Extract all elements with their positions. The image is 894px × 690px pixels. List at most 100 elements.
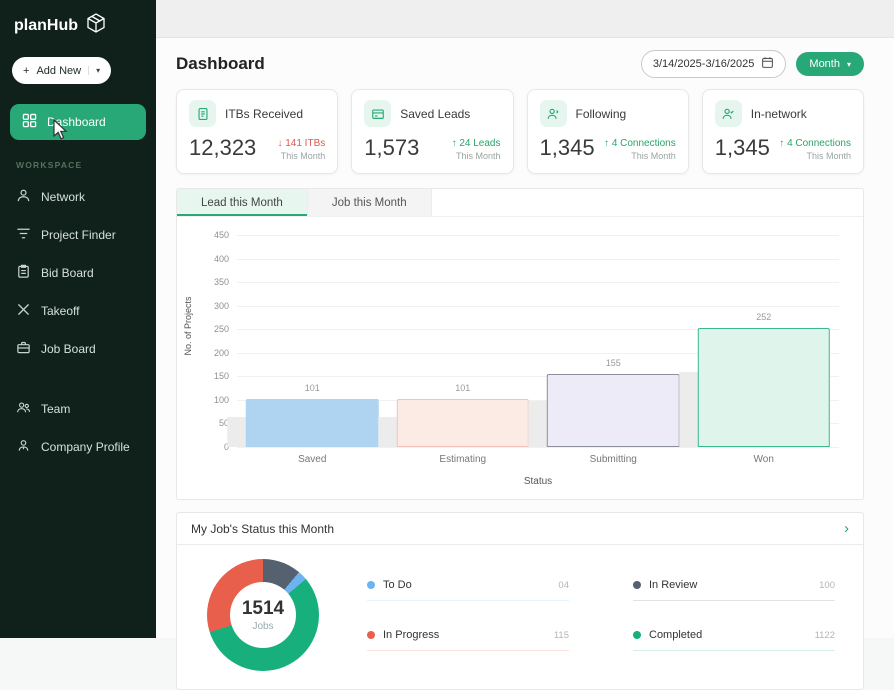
planhub-logo-text: planHub	[14, 16, 78, 34]
bar-chart: No. of Projects 0 50 100 150 200 250 300 350 400…	[177, 217, 863, 499]
chevron-down-icon: ▾	[846, 59, 851, 69]
stat-sub-label: This Month	[455, 151, 501, 161]
stat-cards-row: ITBs Received 12,323 ↓ 141 ITBs This Mon…	[156, 89, 894, 174]
x-category-label: Saved	[298, 454, 327, 465]
stat-delta: ↓ 141 ITBs	[277, 138, 326, 149]
add-new-label: Add New	[36, 64, 82, 77]
y-axis-title: No. of Projects	[183, 296, 193, 356]
main-content: Dashboard 3/14/2025-3/16/2025 Month ▾ IT…	[156, 0, 894, 690]
sidebar-item-label: Company Profile	[41, 440, 130, 454]
sidebar-nav: Dashboard WORKSPACE Network Project Find…	[0, 104, 156, 466]
sidebar-item-dashboard[interactable]: Dashboard	[10, 104, 146, 140]
in-review-dot-icon	[633, 581, 641, 589]
stat-label: In-network	[750, 106, 807, 121]
tab-lead-this-month[interactable]: Lead this Month	[177, 189, 308, 216]
y-tick-label: 300	[213, 300, 229, 311]
top-strip	[156, 0, 894, 38]
lead-chart-section: Lead this Month Job this Month No. of Pr…	[176, 188, 864, 500]
y-tick-label: 50	[218, 418, 229, 429]
stat-value: 1,573	[364, 135, 420, 160]
sidebar: planHub + Add New ▾ Dashboard WORKSPACE …	[0, 0, 156, 638]
arrow-up-icon: ↑	[604, 138, 610, 149]
stat-label: ITBs Received	[225, 106, 304, 121]
app-logo: planHub	[0, 0, 156, 49]
filter-icon	[16, 226, 31, 244]
y-tick-label: 350	[213, 277, 229, 288]
sidebar-item-bid-board[interactable]: Bid Board	[0, 254, 156, 292]
person-icon	[16, 188, 31, 206]
bar-saved	[246, 399, 379, 447]
stat-card-itbs-received: ITBs Received 12,323 ↓ 141 ITBs This Mon…	[176, 89, 339, 174]
workspace-section-label: WORKSPACE	[16, 160, 83, 170]
sidebar-item-label: Project Finder	[41, 228, 116, 242]
todo-dot-icon	[367, 581, 375, 589]
tab-job-this-month[interactable]: Job this Month	[307, 189, 432, 216]
x-category-label: Submitting	[589, 454, 637, 465]
sidebar-item-company-profile[interactable]: Company Profile	[0, 428, 156, 466]
sidebar-item-project-finder[interactable]: Project Finder	[0, 216, 156, 254]
stat-sub-label: This Month	[280, 151, 326, 161]
jobs-card-header: My Job's Status this Month ›	[177, 513, 863, 545]
takeoff-cross-icon	[16, 302, 31, 320]
page-header: Dashboard 3/14/2025-3/16/2025 Month ▾	[156, 38, 894, 89]
in-network-person-icon	[714, 100, 742, 127]
stat-value: 1,345	[539, 135, 595, 160]
stat-delta: ↑ 4 Connections	[604, 138, 676, 149]
clipboard-icon	[16, 264, 31, 282]
stat-sub-label: This Month	[631, 151, 676, 161]
jobs-status-card: My Job's Status this Month › 1514 Jobs T…	[176, 512, 864, 690]
x-category-label: Estimating	[439, 454, 487, 465]
dashboard-icon	[22, 113, 37, 131]
team-icon	[16, 400, 31, 418]
jobs-card-body: 1514 Jobs To Do 04 In Review 100 In Prog…	[177, 545, 863, 689]
sidebar-item-label: Job Board	[41, 342, 96, 356]
add-new-button[interactable]: + Add New ▾	[12, 57, 112, 84]
y-tick-label: 150	[213, 371, 229, 382]
period-label: Month	[809, 58, 840, 70]
stat-value: 1,345	[714, 135, 770, 160]
y-tick-label: 450	[213, 230, 229, 240]
stat-label: Saved Leads	[400, 106, 471, 121]
bar-plot: 0 50 100 150 200 250 300 350 400 450 101 101 155 252	[214, 230, 839, 452]
bar-value-label: 252	[756, 312, 772, 323]
stat-delta: ↑ 24 Leads	[451, 138, 501, 149]
stat-sub-label: This Month	[806, 151, 851, 161]
bar-won	[697, 328, 830, 447]
bar-value-label: 101	[455, 383, 471, 394]
nav-divider-gap	[0, 368, 156, 390]
stat-card-following: Following 1,345 ↑ 4 Connections This Mon…	[526, 89, 689, 174]
app-root: planHub + Add New ▾ Dashboard WORKSPACE …	[0, 0, 894, 690]
sidebar-item-label: Team	[41, 402, 71, 416]
sidebar-item-team[interactable]: Team	[0, 390, 156, 428]
donut-center: 1514 Jobs	[230, 582, 296, 648]
date-range-picker[interactable]: 3/14/2025-3/16/2025	[640, 50, 787, 78]
arrow-up-icon: ↑	[451, 138, 457, 149]
legend-item-in-progress: In Progress 115	[367, 629, 569, 651]
page-title: Dashboard	[176, 54, 265, 73]
sidebar-item-label: Network	[41, 190, 86, 204]
date-range-value: 3/14/2025-3/16/2025	[652, 58, 755, 70]
x-axis-categories: Saved Estimating Submitting Won	[237, 454, 839, 465]
jobs-card-title: My Job's Status this Month	[191, 521, 335, 536]
y-tick-label: 100	[213, 394, 229, 405]
bar-value-label: 155	[605, 357, 621, 368]
chevron-down-icon: ▾	[88, 66, 100, 75]
bar-submitting	[547, 373, 680, 447]
sidebar-item-job-board[interactable]: Job Board	[0, 330, 156, 368]
stat-delta: ↑ 4 Connections	[779, 138, 851, 149]
arrow-up-icon: ↑	[779, 138, 785, 149]
sidebar-item-network[interactable]: Network	[0, 178, 156, 216]
period-dropdown-button[interactable]: Month ▾	[796, 52, 864, 76]
stat-value: 12,323	[189, 135, 257, 160]
company-profile-icon	[16, 438, 31, 456]
sidebar-item-takeoff[interactable]: Takeoff	[0, 292, 156, 330]
donut-total-label: Jobs	[252, 621, 274, 632]
stat-label: Following	[575, 106, 627, 121]
itb-document-icon	[189, 100, 216, 127]
jobs-donut-chart: 1514 Jobs	[207, 559, 319, 671]
y-tick-label: 250	[213, 324, 229, 335]
calendar-icon	[761, 56, 774, 72]
chevron-right-icon[interactable]: ›	[844, 521, 849, 536]
stat-card-saved-leads: Saved Leads 1,573 ↑ 24 Leads This Month	[351, 89, 514, 174]
following-person-icon	[539, 100, 567, 127]
